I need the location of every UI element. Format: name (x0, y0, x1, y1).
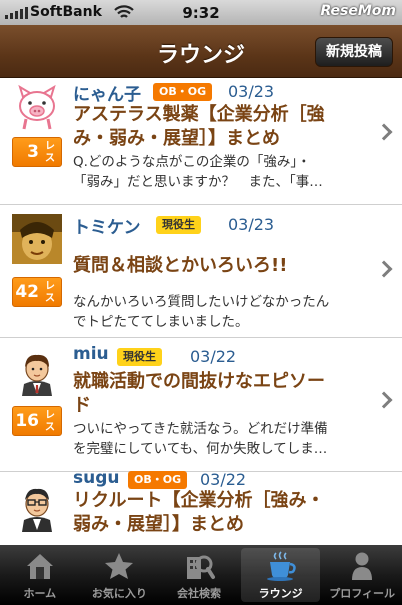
tab-lounge[interactable]: ラウンジ (240, 548, 321, 602)
home-icon (26, 554, 53, 579)
photo-avatar (12, 214, 62, 264)
post-date: 03/23 (228, 82, 275, 101)
list-item[interactable]: 3 レス にゃん子 OB・OG 03/23 アステラス製薬【企業分析［強 み・弱み・… (0, 78, 402, 205)
glasses-avatar (22, 488, 52, 532)
post-date: 03/22 (200, 470, 247, 489)
tab-label: お気に入り (91, 587, 147, 600)
tab-label: プロフィール (329, 587, 396, 600)
list-item[interactable]: sugu OB・OG 03/22 リクルート【企業分析［強み・ 弱み・展望］】まと… (0, 468, 402, 545)
author-name: miu (73, 344, 109, 364)
post-date: 03/22 (190, 347, 237, 366)
post-list[interactable]: 3 レス にゃん子 OB・OG 03/23 アステラス製薬【企業分析［強 み・弱み・… (0, 78, 402, 545)
coffee-cup-icon (266, 551, 296, 581)
person-icon (352, 552, 373, 580)
tab-label: ラウンジ (258, 587, 303, 600)
chevron-right-icon (375, 123, 393, 141)
tab-company-search[interactable]: 会社検索 (159, 545, 239, 605)
tab-home[interactable]: ホーム (0, 545, 80, 605)
tab-favorites[interactable]: お気に入り (80, 545, 160, 605)
post-excerpt: Q.どのような点がこの企業の「強み」・ 「弱み」だと思いますか？ また、「事… (73, 154, 323, 190)
tab-label: 会社検索 (176, 587, 221, 600)
post-title: 質問＆相談とかいろいろ!! (73, 255, 288, 276)
reply-count-badge: 16 レス (12, 406, 62, 436)
tab-bar: ホーム お気に入り 会社検索 ラウンジ プロフィール (0, 545, 402, 605)
post-title: リクルート【企業分析［強み・ 弱み・展望］】まとめ (73, 490, 325, 535)
status-bar: SoftBank 9:32 ReseMom (0, 0, 402, 25)
author-name: トミケン (73, 218, 141, 238)
chevron-right-icon (375, 260, 393, 278)
member-badge: 現役生 (156, 216, 201, 234)
member-badge: OB・OG (153, 83, 213, 101)
search-building-icon (186, 555, 215, 579)
tab-profile[interactable]: プロフィール (322, 545, 402, 605)
chevron-right-icon (375, 391, 393, 409)
post-date: 03/23 (228, 215, 275, 234)
new-post-button[interactable]: 新規投稿 (315, 37, 393, 67)
post-title: アステラス製薬【企業分析［強 み・弱み・展望］】まとめ (73, 104, 325, 149)
watermark-logo: ReseMom (320, 3, 396, 19)
list-item[interactable]: 42 レス トミケン 現役生 03/23 質問＆相談とかいろいろ!! なんかいろい… (0, 205, 402, 338)
star-icon (105, 553, 134, 579)
post-excerpt: なんかいろいろ質問したいけどなかったん でトピたててしまいました。 (73, 294, 330, 330)
member-badge: OB・OG (128, 471, 188, 489)
author-name: にゃん子 (73, 85, 141, 105)
reply-count-badge: 42 レス (12, 277, 62, 307)
pig-avatar (18, 84, 56, 130)
reply-count-badge: 3 レス (12, 137, 62, 167)
post-excerpt: ついにやってきた就活なう。どれだけ準備 を完璧にしていても、何か失敗してしま… (73, 421, 328, 457)
tab-label: ホーム (23, 587, 57, 600)
member-badge: 現役生 (117, 348, 162, 366)
navigation-bar: ラウンジ 新規投稿 (0, 25, 402, 78)
list-item[interactable]: 16 レス miu 現役生 03/22 就職活動での間抜けなエピソード ついにやっ… (0, 338, 402, 472)
author-name: sugu (73, 468, 120, 488)
post-title: 就職活動での間抜けなエピソード (73, 371, 325, 416)
student-avatar (22, 354, 52, 396)
